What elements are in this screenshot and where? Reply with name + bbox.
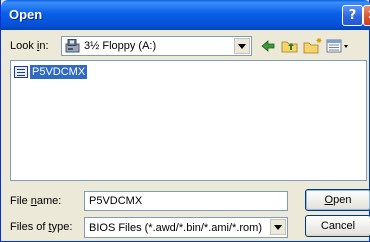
file-list[interactable]: P5VDCMX [10,60,367,181]
floppy-drive-icon [65,39,80,53]
close-button[interactable]: ✕ [363,5,370,26]
cancel-button[interactable]: Cancel [305,215,370,237]
look-in-dropdown[interactable]: 3½ Floppy (A:) [61,36,252,56]
title-bar[interactable]: Open ? ✕ [1,0,370,30]
file-type-dropdown-arrow[interactable] [270,219,286,235]
help-button[interactable]: ? [342,5,363,26]
look-in-value: 3½ Floppy (A:) [84,40,157,52]
file-name: P5VDCMX [30,64,88,79]
file-icon [14,65,28,78]
list-item[interactable]: P5VDCMX [14,64,88,79]
help-icon: ? [348,8,357,23]
chevron-down-icon [274,224,282,230]
window-title: Open [9,7,43,22]
chevron-down-icon [238,43,246,49]
open-dialog: Open ? ✕ Look in: 3½ Floppy (A:) [0,0,370,242]
file-name-label: File name: [10,195,62,207]
file-type-value: BIOS Files (*.awd/*.bin/*.ami/*.rom) [89,222,262,234]
view-menu-icon[interactable] [326,37,350,55]
back-arrow-icon[interactable] [260,37,276,55]
look-in-dropdown-arrow[interactable] [234,38,250,54]
file-type-label: Files of type: [10,221,73,233]
file-name-input[interactable]: P5VDCMX [84,191,288,211]
open-button-label: Open [324,194,352,206]
cancel-button-label: Cancel [320,220,356,232]
new-folder-icon[interactable] [303,37,323,55]
open-button[interactable]: Open [305,189,370,211]
look-in-label: Look in: [10,40,49,52]
up-folder-icon[interactable] [281,37,299,55]
file-type-dropdown[interactable]: BIOS Files (*.awd/*.bin/*.ami/*.rom) [84,217,288,238]
